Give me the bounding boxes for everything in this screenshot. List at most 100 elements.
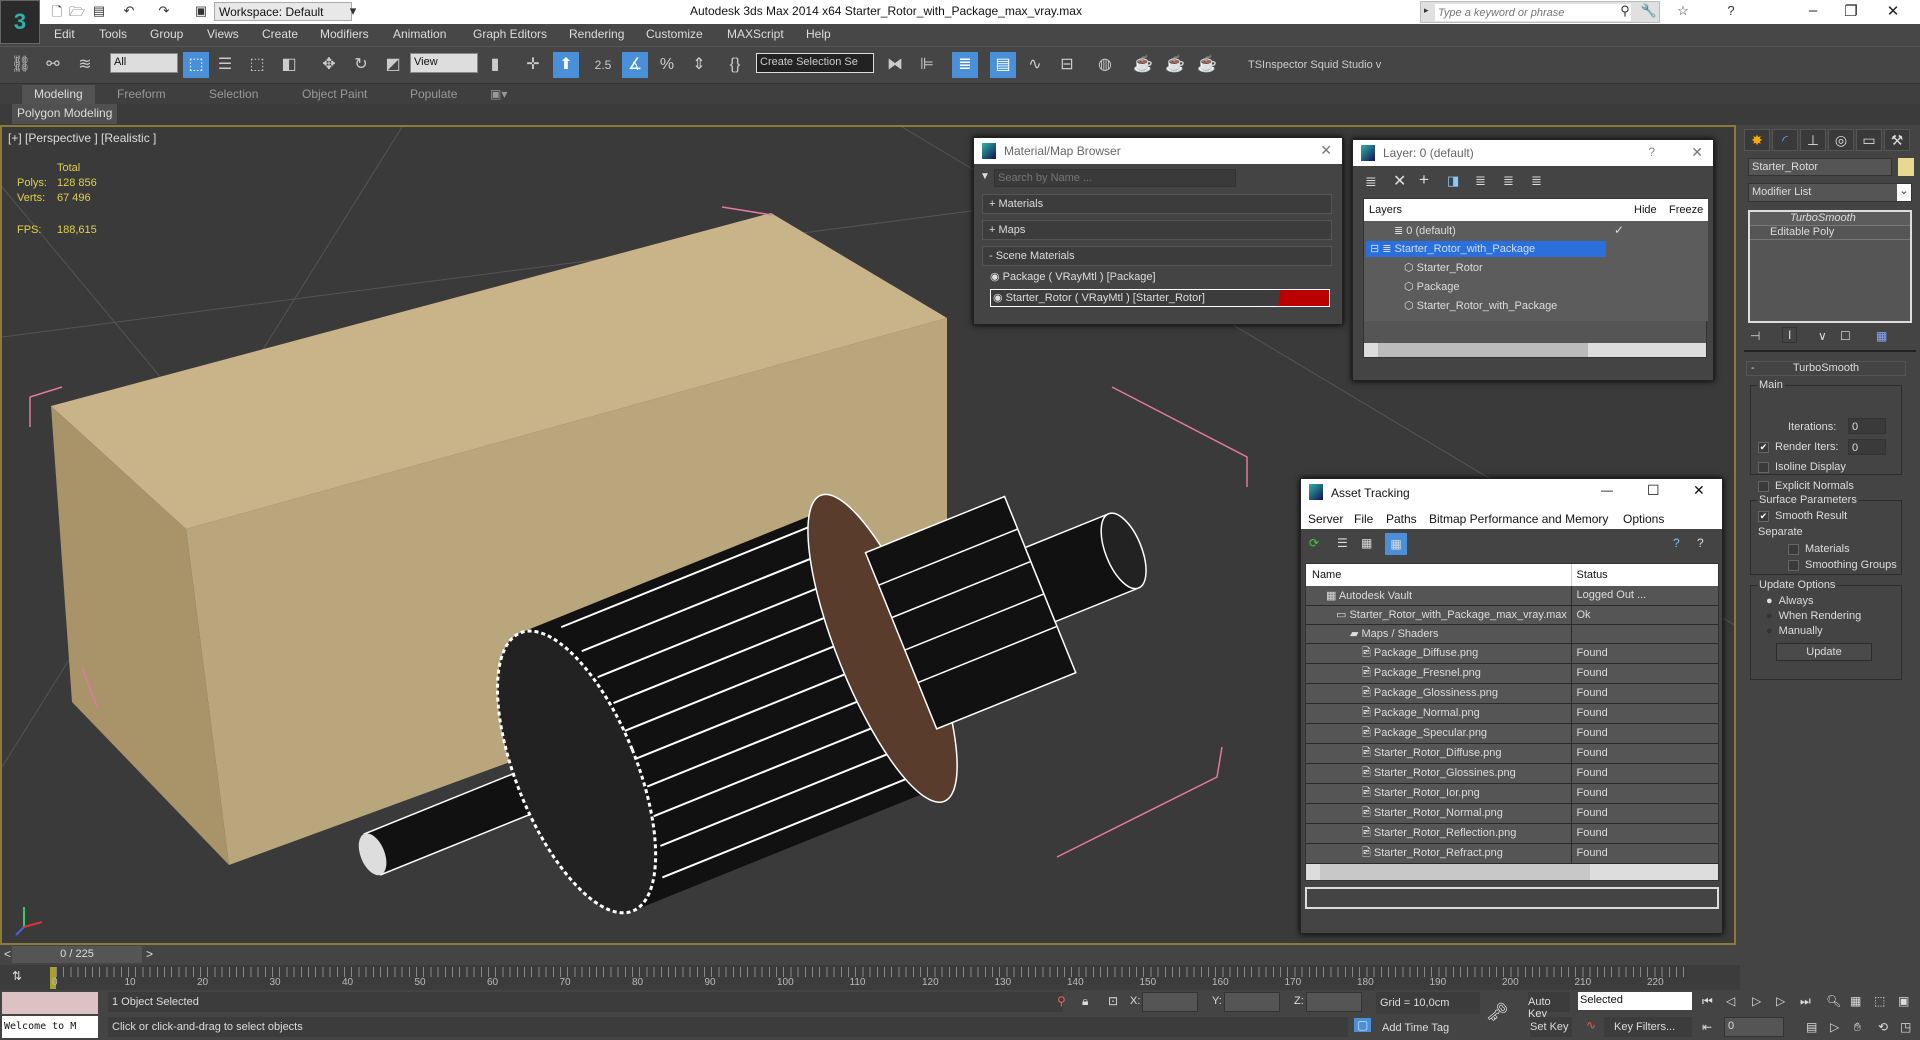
add-time-tag[interactable]: Add Time Tag (1382, 1022, 1449, 1034)
restore-button[interactable]: ❐ (1836, 2, 1866, 20)
motion-tab-icon[interactable]: ◎ (1828, 129, 1854, 151)
expand-icon[interactable]: ▸ (1424, 5, 1429, 16)
maximize-button[interactable]: ☐ (1647, 482, 1660, 499)
layer-row[interactable]: ≣ 0 (default) (1394, 224, 1456, 237)
keyword-search-input[interactable] (1435, 4, 1631, 21)
play-icon[interactable]: ▷ (1752, 994, 1761, 1008)
help-icon[interactable]: ? (1722, 3, 1740, 21)
thumbnail-view-icon[interactable]: ▦ (1361, 536, 1372, 550)
align-icon[interactable]: ⊫ (914, 52, 940, 78)
viewport-label[interactable]: [+] [Perspective ] [Realistic ] (8, 131, 156, 145)
pin-stack-icon[interactable]: ⊣ (1750, 329, 1760, 343)
select-by-name-icon[interactable]: ☰ (212, 52, 238, 78)
material-item-starter-rotor[interactable]: ◉ Starter_Rotor ( VRayMtl ) [Starter_Rot… (990, 289, 1330, 307)
pan-view-icon[interactable]: ✋︎ (1854, 1020, 1861, 1035)
close-button[interactable]: ✕ (1878, 2, 1908, 20)
menu-views[interactable]: Views (207, 27, 239, 41)
stack-item-turbosmooth[interactable]: TurboSmooth (1750, 212, 1910, 226)
horizontal-scrollbar[interactable] (1306, 864, 1718, 880)
pivot-center-icon[interactable]: ▮ (482, 52, 508, 78)
when-rendering-radio[interactable]: ● When Rendering (1766, 610, 1861, 622)
configure-sets-icon[interactable]: ▦ (1876, 329, 1887, 343)
modify-tab-icon[interactable]: ◜ (1772, 129, 1798, 151)
asset-row[interactable]: 🖻︎ Starter_Rotor_Ior.png Found (1306, 783, 1718, 804)
x-coordinate-field[interactable] (1142, 992, 1198, 1012)
selection-lock-icon[interactable]: 🔒︎ (1082, 994, 1088, 1009)
menu-animation[interactable]: Animation (393, 27, 446, 41)
section-maps[interactable]: + Maps (982, 220, 1332, 240)
link-icon[interactable]: ⛓ (8, 52, 34, 78)
workspace-dropdown[interactable]: Workspace: Default (214, 2, 352, 21)
utilities-tab-icon[interactable]: ⚒ (1884, 129, 1910, 151)
render-iters-spinner[interactable]: 0 (1848, 439, 1886, 455)
asset-row[interactable]: 🖻︎ Package_Glossiness.png Found (1306, 683, 1718, 704)
reference-coordinate-dropdown[interactable]: View (410, 53, 478, 73)
isolate-selection-icon[interactable]: ⚲ (1057, 994, 1066, 1008)
col-name[interactable]: Name (1306, 564, 1572, 586)
layer-object-row[interactable]: ⬡ Starter_Rotor (1404, 261, 1483, 274)
go-to-end-icon[interactable]: ⏭ (1800, 994, 1811, 1009)
curve-editor-toggle-icon[interactable]: ⇅ (12, 969, 22, 983)
make-unique-icon[interactable]: ∨ (1818, 329, 1827, 343)
stack-item-editable-poly[interactable]: Editable Poly (1750, 226, 1910, 240)
zoom-icon[interactable]: 🔍︎ (1826, 994, 1841, 1008)
unlink-icon[interactable]: ⚯ (40, 52, 66, 78)
menu-create[interactable]: Create (262, 27, 298, 41)
asset-row[interactable]: 🖻︎ Starter_Rotor_Normal.png Found (1306, 803, 1718, 824)
turbosmooth-rollout-header[interactable]: - TurboSmooth (1746, 361, 1906, 376)
auto-key-button[interactable]: Auto Key (1528, 992, 1570, 1020)
material-editor-icon[interactable]: ◍ (1092, 52, 1118, 78)
menu-group[interactable]: Group (150, 27, 183, 41)
asset-row[interactable]: ▰ Maps / Shaders (1306, 624, 1718, 644)
current-frame-field[interactable]: 0 (1724, 1017, 1784, 1037)
app-menu-button[interactable]: 3 (0, 0, 40, 44)
asset-row[interactable]: 🖻︎ Package_Normal.png Found (1306, 703, 1718, 724)
render-iters-checkbox[interactable]: ✔ (1758, 441, 1769, 453)
mirror-icon[interactable]: ⧓ (882, 52, 908, 78)
asset-row[interactable]: 🖻︎ Package_Fresnel.png Found (1306, 663, 1718, 684)
next-frame-icon[interactable]: ▷ (1776, 994, 1785, 1008)
bind-space-warp-icon[interactable]: ≋ (72, 52, 98, 78)
time-tag-icon[interactable]: ▢ (1354, 1018, 1372, 1032)
maxscript-mini-listener[interactable]: Welcome to M (2, 1016, 98, 1038)
layer-manager-icon[interactable]: ≣ (952, 52, 978, 78)
col-hide[interactable]: Hide (1634, 204, 1657, 216)
col-freeze[interactable]: Freeze (1669, 204, 1703, 216)
time-slider-thumb[interactable]: 0 / 225 (12, 946, 142, 963)
selection-filter-dropdown[interactable]: All (110, 53, 178, 73)
menu-tools[interactable]: Tools (99, 27, 127, 41)
manipulate-icon[interactable]: ✛ (520, 52, 546, 78)
snaps-toggle-icon[interactable]: 2.5 (590, 52, 616, 78)
display-tab-icon[interactable]: ▭ (1856, 129, 1882, 151)
smooth-result-checkbox[interactable]: ✔ Smooth Result (1758, 510, 1847, 522)
tab-object-paint[interactable]: Object Paint (302, 87, 367, 101)
zoom-all-icon[interactable]: ▦ (1850, 994, 1861, 1008)
previous-frame-icon[interactable]: ◁ (1726, 994, 1735, 1008)
materials-checkbox[interactable]: Materials (1788, 543, 1850, 555)
save-icon[interactable]: ▤ (90, 3, 108, 21)
tab-freeform[interactable]: Freeform (117, 87, 166, 101)
asset-row[interactable]: ▦ Autodesk Vault Logged Out ... (1306, 586, 1718, 606)
rotate-icon[interactable]: ↻ (348, 52, 374, 78)
asset-row[interactable]: 🖻︎ Starter_Rotor_Diffuse.png Found (1306, 743, 1718, 764)
polygon-modeling-panel[interactable]: Polygon Modeling (12, 104, 118, 124)
remove-modifier-icon[interactable]: ☐ (1840, 329, 1851, 343)
menu-help[interactable]: Help (806, 27, 831, 41)
tab-selection[interactable]: Selection (209, 87, 258, 101)
binoculars-icon[interactable]: ⚲ (1616, 3, 1634, 21)
angle-snap-icon[interactable]: ∡ (622, 52, 648, 78)
key-icon[interactable]: 🔧 (1640, 3, 1658, 21)
absolute-mode-icon[interactable]: ⊡ (1108, 994, 1118, 1008)
menu-server[interactable]: Server (1308, 512, 1343, 526)
col-status[interactable]: Status (1571, 564, 1718, 586)
asset-row[interactable]: 🖻︎ Package_Specular.png Found (1306, 723, 1718, 744)
edit-named-selection-icon[interactable]: {} (722, 52, 748, 78)
menu-modifiers[interactable]: Modifiers (320, 27, 369, 41)
tab-modeling[interactable]: Modeling (22, 85, 95, 104)
search-by-name-input[interactable] (994, 169, 1236, 187)
percent-snap-icon[interactable]: % (654, 52, 680, 78)
zoom-extents-icon[interactable]: ⬚ (1874, 994, 1885, 1008)
help-icon[interactable]: ? (1673, 536, 1680, 550)
maximize-viewport-icon[interactable]: ◳ (1900, 1020, 1911, 1034)
add-to-layer-icon[interactable]: + (1419, 170, 1429, 190)
